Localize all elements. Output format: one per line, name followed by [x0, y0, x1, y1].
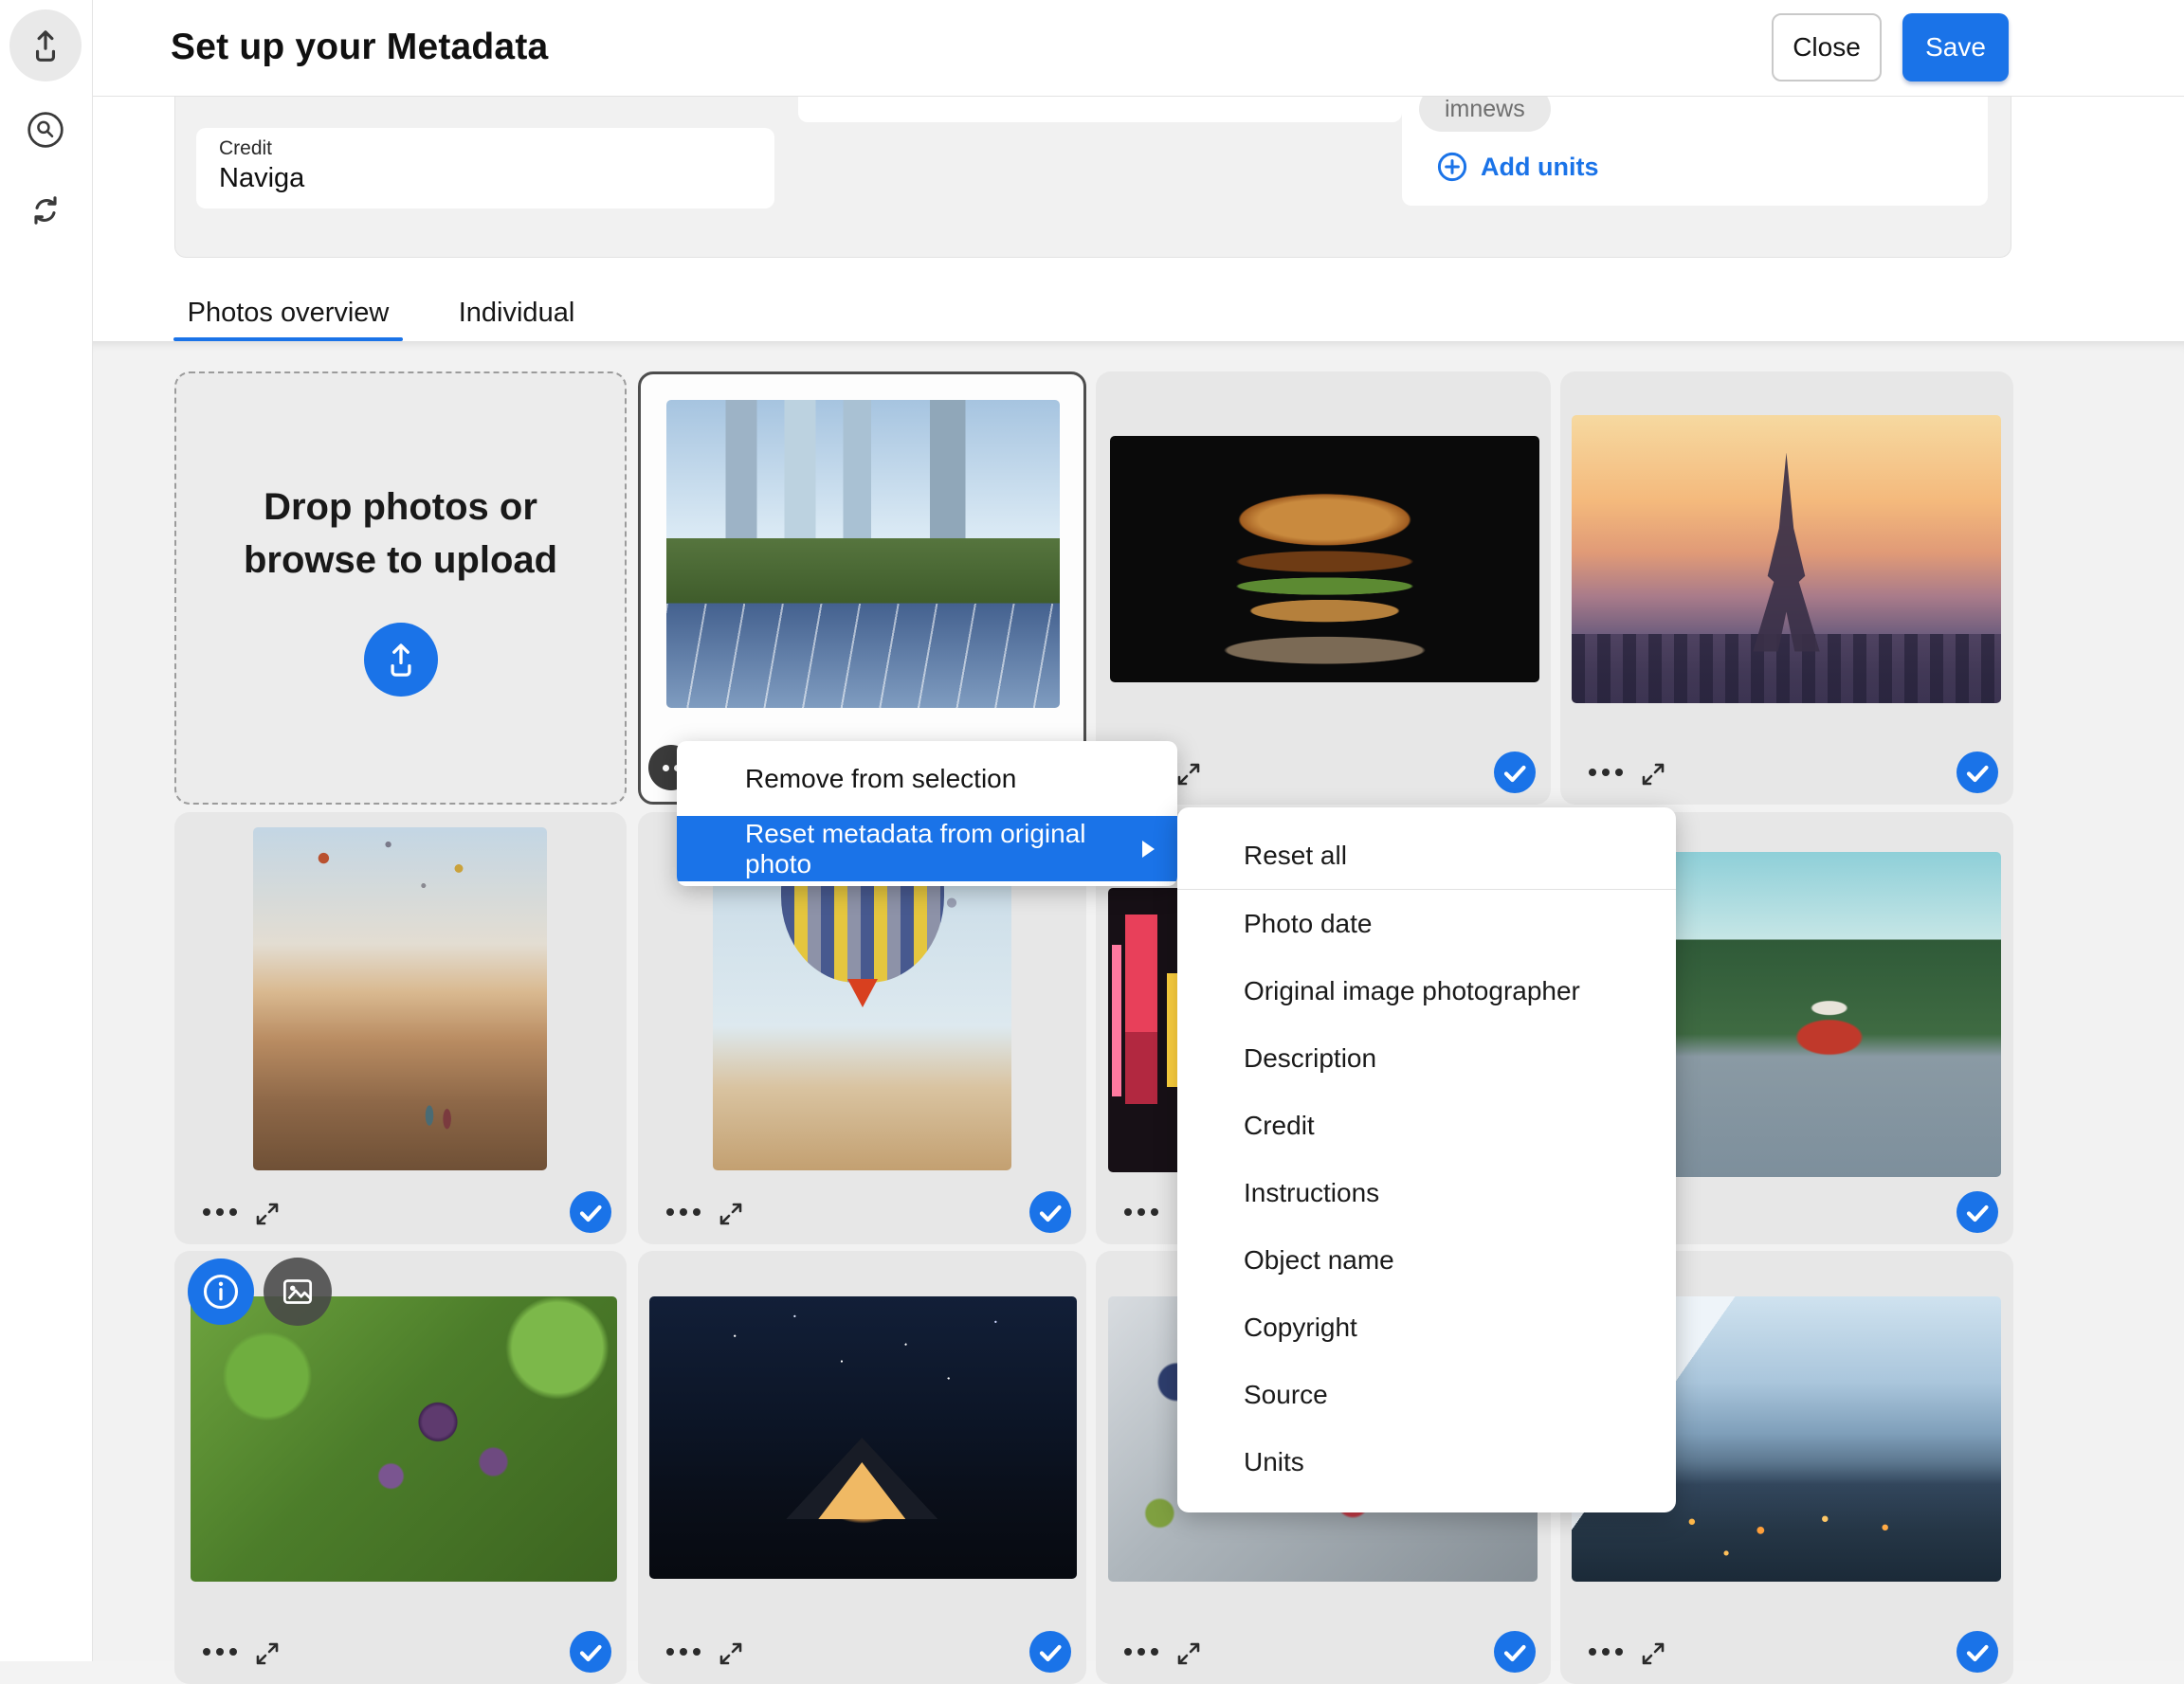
refresh-tool-button[interactable]	[9, 174, 82, 246]
image-type-badge[interactable]	[264, 1258, 332, 1326]
expand-icon[interactable]	[1175, 1640, 1202, 1667]
photo-card-cappadocia[interactable]	[174, 812, 627, 1244]
photo-thumbnail-solar-panels-city	[666, 400, 1060, 708]
photo-thumbnail-plums	[191, 1296, 617, 1582]
expand-icon[interactable]	[254, 1640, 281, 1667]
selected-check[interactable]	[570, 1631, 611, 1673]
expand-icon[interactable]	[718, 1640, 744, 1667]
add-units-label: Add units	[1481, 153, 1598, 182]
menu-item-remove-from-selection[interactable]: Remove from selection	[677, 741, 1177, 816]
submenu-item-reset-all[interactable]: Reset all	[1177, 823, 1676, 889]
selected-check[interactable]	[1029, 1191, 1071, 1233]
selected-check[interactable]	[1956, 1191, 1998, 1233]
expand-icon[interactable]	[1640, 761, 1666, 788]
more-options-icon[interactable]	[203, 1208, 237, 1216]
dropzone-card[interactable]: Drop photos orbrowse to upload	[174, 371, 627, 805]
submenu-item-credit[interactable]: Credit	[1177, 1092, 1676, 1159]
photo-thumbnail-burger	[1110, 436, 1539, 682]
page-title: Set up your Metadata	[171, 27, 548, 68]
credit-field-label: Credit	[219, 137, 774, 160]
active-tab-underline	[173, 337, 403, 341]
left-toolbar	[0, 0, 93, 1661]
more-options-icon[interactable]	[1124, 1648, 1158, 1656]
submenu-item-source[interactable]: Source	[1177, 1361, 1676, 1428]
expand-icon[interactable]	[718, 1201, 744, 1227]
photo-thumbnail-night-camp	[649, 1296, 1077, 1579]
submenu-arrow-icon	[1142, 841, 1155, 858]
reset-metadata-submenu: Reset all Photo date Original image phot…	[1177, 807, 1676, 1512]
plus-circle-icon	[1436, 151, 1468, 183]
menu-item-reset-metadata-label: Reset metadata from original photo	[745, 819, 1142, 879]
tab-photos-overview[interactable]: Photos overview	[173, 284, 403, 341]
credit-field[interactable]: Credit Naviga	[196, 128, 774, 208]
expand-icon[interactable]	[1175, 761, 1202, 788]
photo-card-paris-eiffel[interactable]	[1560, 371, 2013, 805]
photo-context-menu: Remove from selection Reset metadata fro…	[677, 741, 1177, 886]
dropzone-text: Drop photos orbrowse to upload	[244, 480, 557, 587]
info-icon	[200, 1271, 242, 1313]
submenu-item-original-image-photographer[interactable]: Original image photographer	[1177, 957, 1676, 1024]
info-badge[interactable]	[188, 1258, 254, 1325]
photo-card-plums[interactable]	[174, 1251, 627, 1684]
more-options-icon[interactable]	[1589, 769, 1623, 776]
more-options-icon[interactable]	[203, 1648, 237, 1656]
selected-check[interactable]	[1494, 751, 1536, 793]
photo-card-solar-panels-city[interactable]	[638, 371, 1086, 805]
add-units-button[interactable]: Add units	[1436, 151, 1598, 183]
menu-item-reset-metadata[interactable]: Reset metadata from original photo	[677, 816, 1177, 881]
close-button[interactable]: Close	[1772, 13, 1882, 81]
selected-check[interactable]	[570, 1191, 611, 1233]
dialog-header: Set up your Metadata Close Save	[92, 0, 2184, 97]
more-options-icon[interactable]	[666, 1648, 701, 1656]
photo-card-burger[interactable]	[1096, 371, 1551, 805]
expand-icon[interactable]	[1640, 1640, 1666, 1667]
save-button[interactable]: Save	[1902, 13, 2009, 81]
submenu-item-units[interactable]: Units	[1177, 1428, 1676, 1495]
submenu-item-object-name[interactable]: Object name	[1177, 1226, 1676, 1294]
upload-icon	[27, 27, 64, 63]
search-tool-button[interactable]	[9, 94, 82, 166]
more-options-icon[interactable]	[666, 1208, 701, 1216]
credit-field-value: Naviga	[219, 163, 774, 194]
eiffel-tower-silhouette	[1735, 453, 1839, 652]
upload-tool-button[interactable]	[9, 9, 82, 81]
browse-upload-button[interactable]	[364, 623, 438, 697]
selected-check[interactable]	[1494, 1631, 1536, 1673]
submenu-item-photo-date[interactable]: Photo date	[1177, 890, 1676, 957]
more-options-icon[interactable]	[1124, 1208, 1158, 1216]
units-panel: imnews Add units	[1402, 83, 1988, 206]
selected-check[interactable]	[1956, 1631, 1998, 1673]
image-type-icon	[278, 1272, 318, 1312]
upload-icon	[382, 641, 420, 679]
camp-shelter-shape	[786, 1438, 937, 1519]
submenu-item-copyright[interactable]: Copyright	[1177, 1294, 1676, 1361]
selected-check[interactable]	[1029, 1631, 1071, 1673]
expand-icon[interactable]	[254, 1201, 281, 1227]
refresh-icon	[27, 191, 64, 229]
submenu-item-description[interactable]: Description	[1177, 1024, 1676, 1092]
tab-individual[interactable]: Individual	[431, 284, 602, 341]
more-options-icon[interactable]	[1589, 1648, 1623, 1656]
search-icon	[26, 110, 65, 150]
photo-thumbnail-paris-eiffel	[1572, 415, 2001, 703]
selected-check[interactable]	[1956, 751, 1998, 793]
photo-card-night-camp[interactable]	[638, 1251, 1086, 1684]
photo-thumbnail-cappadocia	[253, 827, 547, 1170]
submenu-item-instructions[interactable]: Instructions	[1177, 1159, 1676, 1226]
balloon-basket	[847, 979, 878, 1007]
